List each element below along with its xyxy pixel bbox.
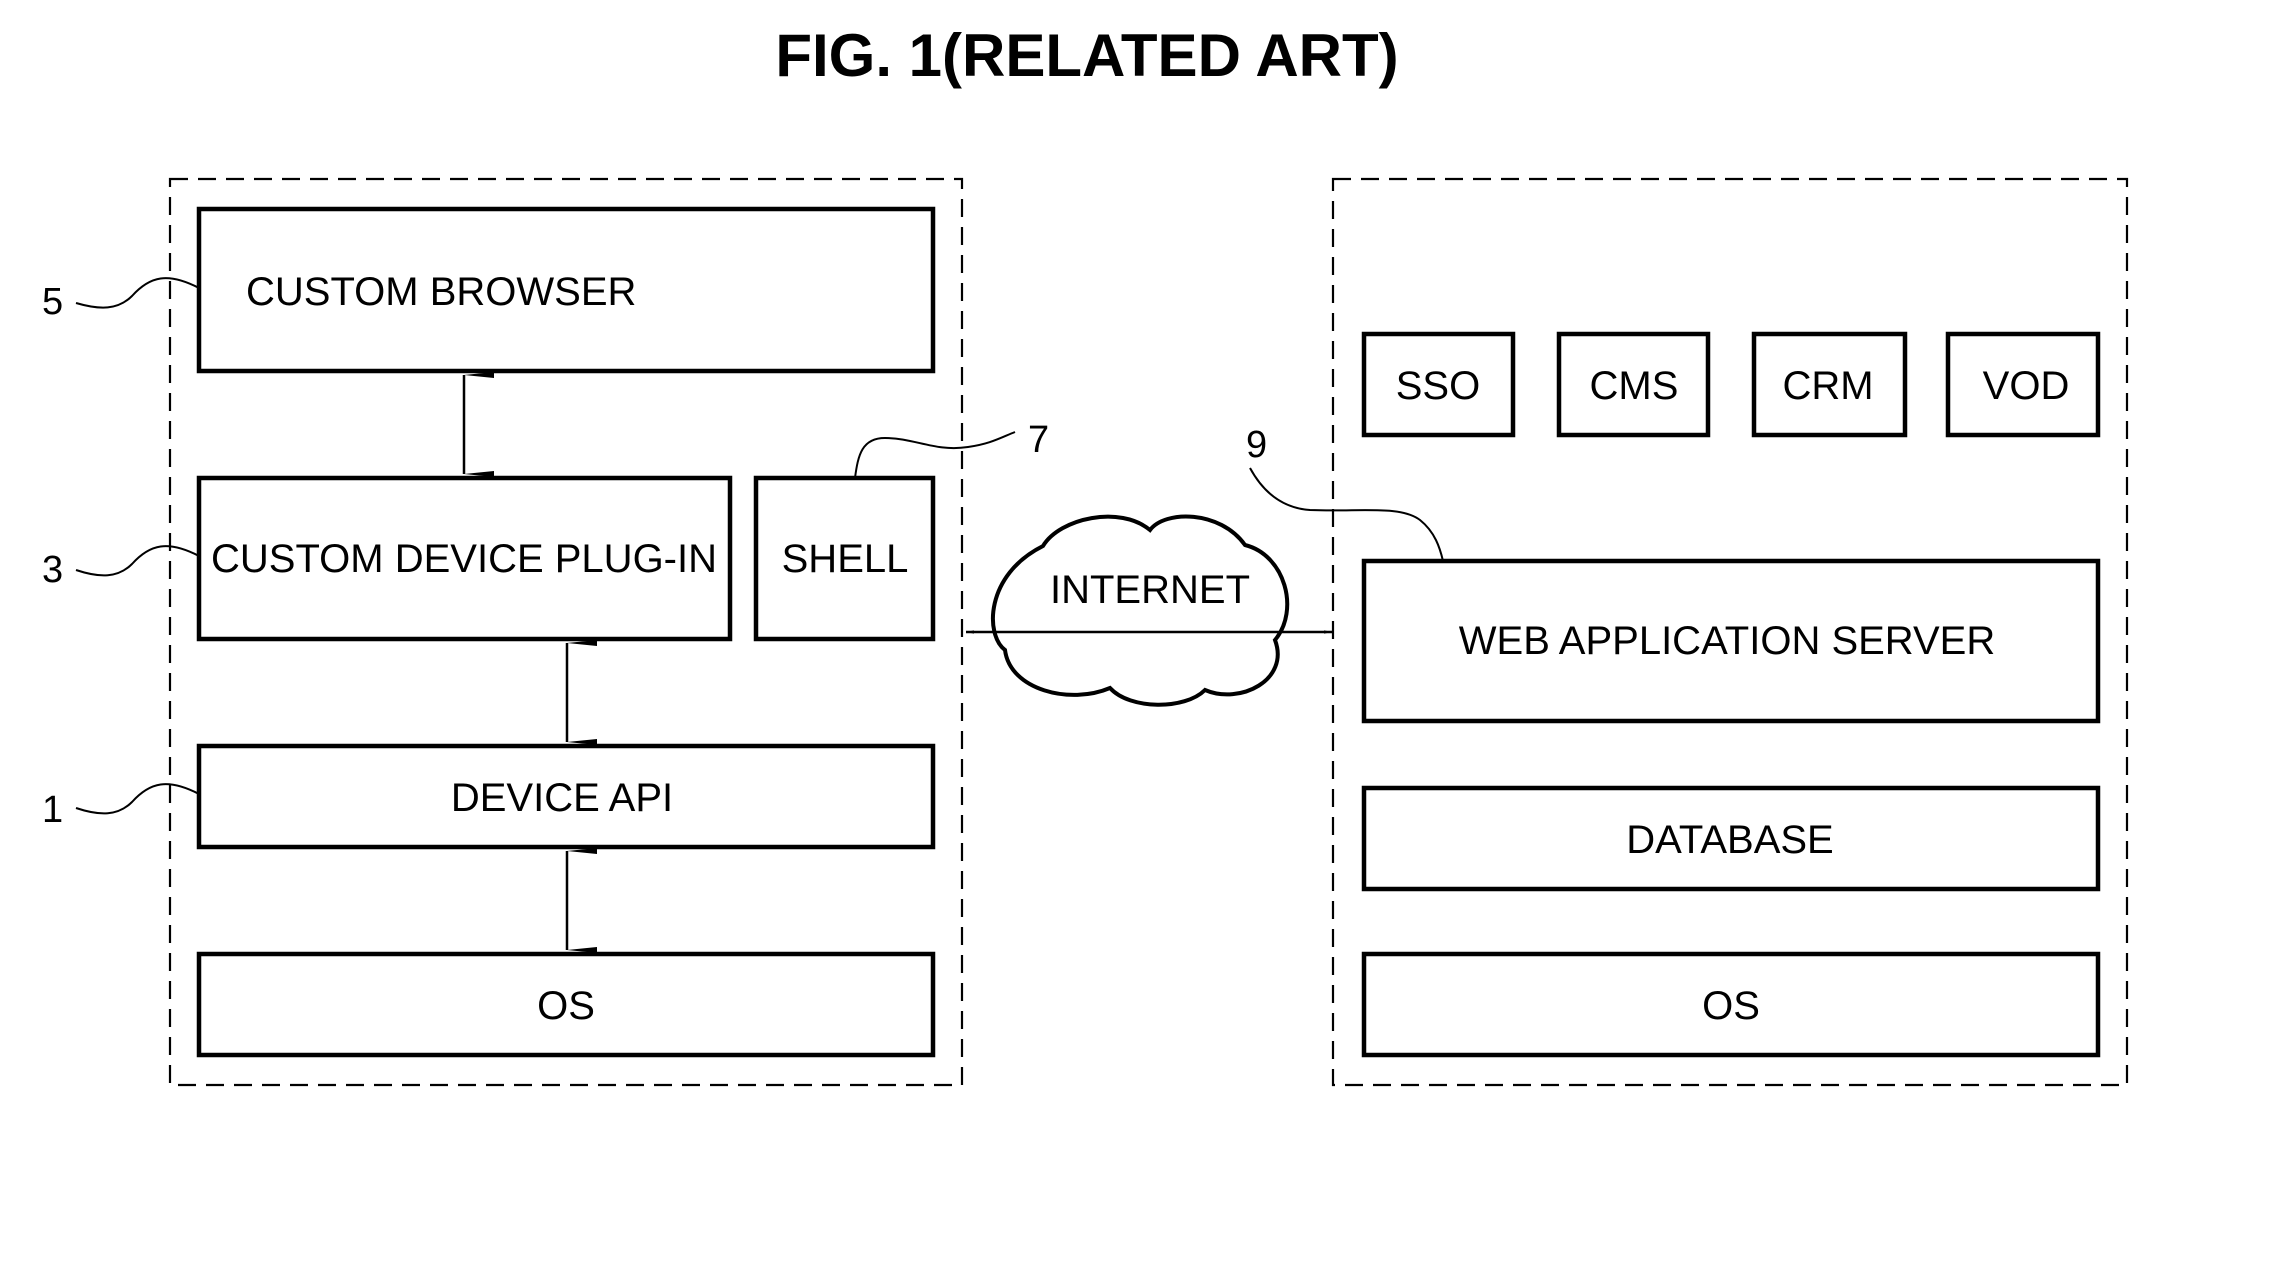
server-os-block: OS bbox=[1361, 951, 2101, 1058]
leader-line-5 bbox=[75, 277, 200, 309]
web-application-server-block: WEB APPLICATION SERVER bbox=[1361, 558, 2101, 724]
web-application-server-label: WEB APPLICATION SERVER bbox=[1459, 619, 1995, 663]
figure-title: FIG. 1(RELATED ART) bbox=[775, 22, 1398, 89]
custom-browser-label: CUSTOM BROWSER bbox=[246, 270, 636, 314]
shell-block: SHELL bbox=[753, 475, 936, 642]
database-label: DATABASE bbox=[1626, 818, 1833, 862]
ref-numeral-9: 9 bbox=[1246, 424, 1267, 466]
device-api-label: DEVICE API bbox=[451, 776, 673, 820]
service-cms: CMS bbox=[1556, 331, 1711, 438]
internet-label: INTERNET bbox=[1050, 568, 1250, 612]
service-label: SSO bbox=[1396, 364, 1480, 408]
shell-label: SHELL bbox=[782, 537, 909, 581]
service-label: CMS bbox=[1590, 364, 1679, 408]
ref-numeral-3: 3 bbox=[42, 549, 63, 591]
device-api-block: DEVICE API bbox=[196, 743, 936, 850]
leader-line-3 bbox=[75, 545, 200, 577]
leader-line-9 bbox=[1249, 467, 1444, 562]
custom-browser-block: CUSTOM BROWSER bbox=[196, 206, 936, 374]
client-os-label: OS bbox=[537, 984, 595, 1028]
leader-line-7 bbox=[854, 431, 1016, 479]
custom-device-plugin-block: CUSTOM DEVICE PLUG-IN bbox=[196, 475, 733, 642]
internet-cloud: INTERNET bbox=[966, 514, 1332, 707]
client-device-group: CUSTOM BROWSER CUSTOM DEVICE PLUG-IN SHE… bbox=[42, 177, 1049, 1087]
client-os-block: OS bbox=[196, 951, 936, 1058]
ref-numeral-5: 5 bbox=[42, 281, 63, 323]
diagram-canvas: FIG. 1(RELATED ART) CUSTOM BROWSER CUSTO… bbox=[42, 22, 2129, 1087]
database-block: DATABASE bbox=[1361, 785, 2101, 892]
server-os-label: OS bbox=[1702, 984, 1760, 1028]
service-label: VOD bbox=[1983, 364, 2070, 408]
custom-device-plugin-label: CUSTOM DEVICE PLUG-IN bbox=[211, 537, 717, 581]
server-group: SSO CMS CRM VOD WEB APPLICATION SERVER D… bbox=[1246, 177, 2129, 1087]
service-vod: VOD bbox=[1945, 331, 2101, 438]
service-sso: SSO bbox=[1361, 331, 1516, 438]
service-crm: CRM bbox=[1751, 331, 1908, 438]
service-label: CRM bbox=[1782, 364, 1873, 408]
leader-line-1 bbox=[75, 783, 200, 815]
ref-numeral-7: 7 bbox=[1028, 419, 1049, 461]
ref-numeral-1: 1 bbox=[42, 789, 63, 831]
